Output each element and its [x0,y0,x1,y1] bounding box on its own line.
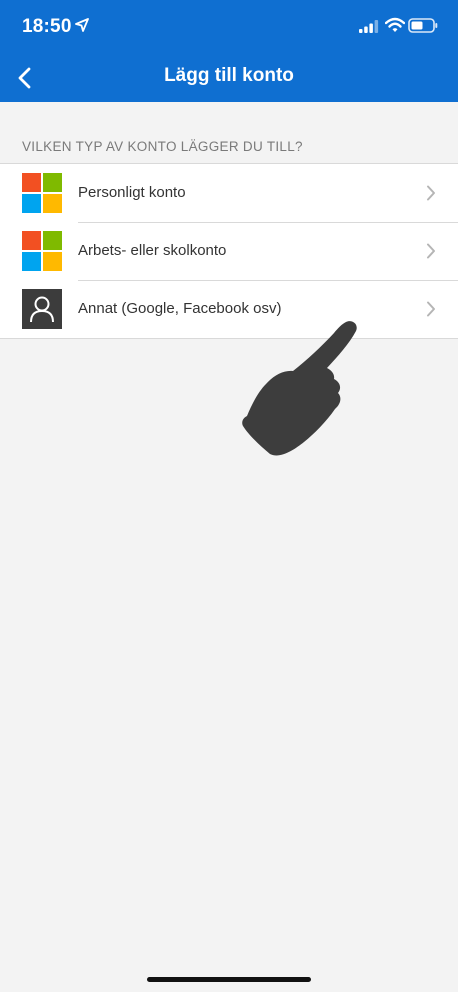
account-type-list: Personligt konto Arbets- eller skolkonto… [0,163,458,339]
location-arrow-icon [75,18,89,32]
page-title: Lägg till konto [164,65,294,86]
account-option-label: Arbets- eller skolkonto [78,242,227,259]
status-time: 18:50 [22,16,72,37]
account-option-personal[interactable]: Personligt konto [0,164,458,222]
account-option-label: Personligt konto [78,184,186,201]
chevron-right-icon [427,185,435,201]
section-header: VILKEN TYP AV KONTO LÄGGER DU TILL? [22,139,303,154]
app-header: 18:50 Lägg till konto [0,0,458,102]
battery-icon [408,18,438,33]
chevron-right-icon [427,243,435,259]
pointing-hand-icon [242,321,357,456]
wifi-icon [385,17,405,32]
signal-icon [359,20,379,33]
account-option-other[interactable]: Annat (Google, Facebook osv) [0,280,458,338]
microsoft-logo-icon [22,173,62,213]
person-icon [22,289,62,329]
microsoft-logo-icon [22,231,62,271]
home-indicator [147,977,311,982]
account-option-work-school[interactable]: Arbets- eller skolkonto [0,222,458,280]
chevron-right-icon [427,301,435,317]
